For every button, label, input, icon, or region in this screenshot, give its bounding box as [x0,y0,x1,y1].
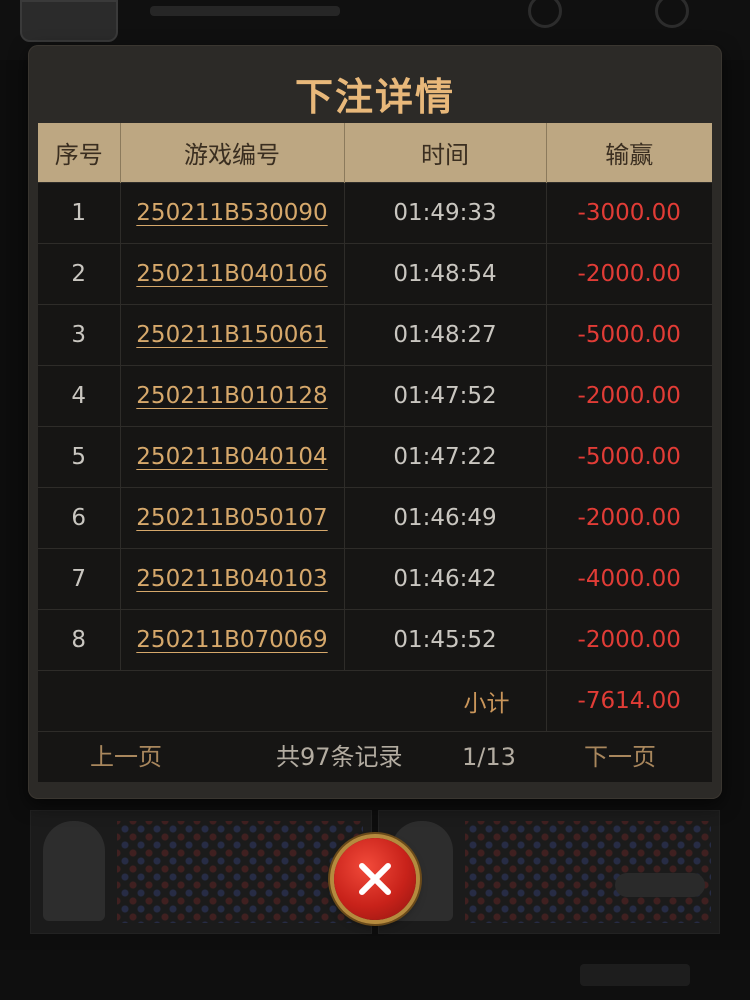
game-id-link[interactable]: 250211B040104 [136,444,327,470]
row-win-loss: -2000.00 [546,242,712,304]
table-row: 5 250211B040104 01:47:22 -5000.00 [38,425,712,487]
close-icon [359,863,391,895]
game-id-link[interactable]: 250211B150061 [136,322,327,348]
table-row: 6 250211B050107 01:46:49 -2000.00 [38,486,712,548]
prev-page-button[interactable]: 上一页 [90,732,162,783]
table-row: 1 250211B530090 01:49:33 -3000.00 [38,181,712,243]
bet-table: 序号 游戏编号 时间 输赢 1 250211B530090 01:49:33 -… [38,123,712,731]
background-avatar [20,0,118,42]
row-win-loss: -2000.00 [546,486,712,548]
row-index: 6 [38,486,121,548]
subtotal-label: 小计 [38,669,547,731]
row-time: 01:46:42 [344,547,547,609]
row-win-loss: -4000.00 [546,547,712,609]
row-index: 8 [38,608,121,670]
game-id-link[interactable]: 250211B040103 [136,566,327,592]
background-card [30,810,372,934]
game-id-link[interactable]: 250211B040106 [136,261,327,287]
modal-title: 下注详情 [294,75,455,119]
pagination-bar: 上一页 共97条记录 1/13 下一页 [38,731,712,782]
close-button[interactable] [334,838,416,920]
row-time: 01:46:49 [344,486,547,548]
table-header: 序号 游戏编号 时间 输赢 [38,123,712,182]
row-win-loss: -5000.00 [546,303,712,365]
background-text [150,6,340,16]
table-body: 1 250211B530090 01:49:33 -3000.00 2 2502… [38,181,712,731]
column-header-time: 时间 [344,123,547,182]
table-row: 4 250211B010128 01:47:52 -2000.00 [38,364,712,426]
row-win-loss: -3000.00 [546,181,712,243]
column-header-game-id: 游戏编号 [120,123,345,182]
table-row: 8 250211B070069 01:45:52 -2000.00 [38,608,712,670]
row-time: 01:49:33 [344,181,547,243]
row-time: 01:47:52 [344,364,547,426]
game-id-link[interactable]: 250211B530090 [136,200,327,226]
background-card [378,810,720,934]
row-win-loss: -2000.00 [546,608,712,670]
background-footer [0,950,750,1000]
row-index: 5 [38,425,121,487]
subtotal-value: -7614.00 [546,669,712,731]
row-index: 1 [38,181,121,243]
column-header-index: 序号 [38,123,121,182]
game-id-link[interactable]: 250211B010128 [136,383,327,409]
table-row: 2 250211B040106 01:48:54 -2000.00 [38,242,712,304]
bet-details-modal: 下注详情 序号 游戏编号 时间 输赢 1 250211B530090 01:49… [28,45,722,799]
row-index: 4 [38,364,121,426]
page-indicator: 1/13 [462,743,516,771]
row-index: 7 [38,547,121,609]
row-time: 01:48:27 [344,303,547,365]
table-row: 3 250211B150061 01:48:27 -5000.00 [38,303,712,365]
row-time: 01:45:52 [344,608,547,670]
row-win-loss: -2000.00 [546,364,712,426]
subtotal-row: 小计 -7614.00 [38,669,712,731]
next-page-button[interactable]: 下一页 [584,732,656,783]
game-id-link[interactable]: 250211B050107 [136,505,327,531]
record-count: 共97条记录 [276,743,403,771]
screen: 下注详情 序号 游戏编号 时间 输赢 1 250211B530090 01:49… [0,0,750,1000]
row-win-loss: -5000.00 [546,425,712,487]
row-index: 2 [38,242,121,304]
bet-table-container: 序号 游戏编号 时间 输赢 1 250211B530090 01:49:33 -… [38,123,712,731]
row-time: 01:48:54 [344,242,547,304]
row-time: 01:47:22 [344,425,547,487]
column-header-win-loss: 输赢 [546,123,712,182]
row-index: 3 [38,303,121,365]
table-row: 7 250211B040103 01:46:42 -4000.00 [38,547,712,609]
game-id-link[interactable]: 250211B070069 [136,627,327,653]
